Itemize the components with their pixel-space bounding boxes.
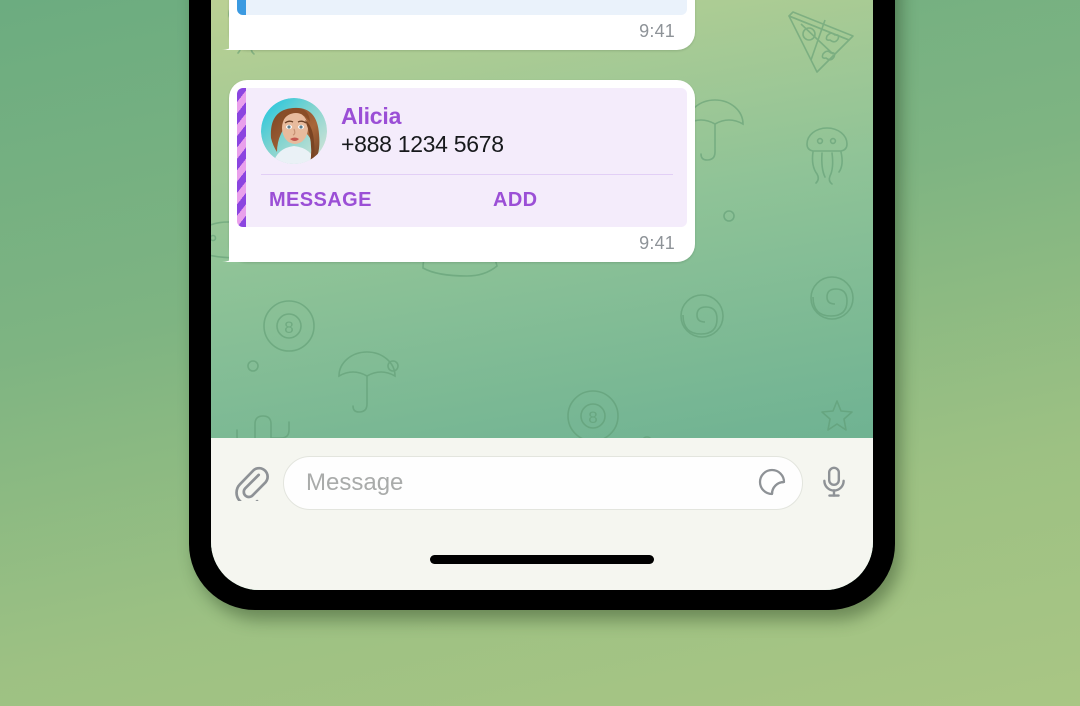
paperclip-icon [231, 463, 269, 506]
attach-button[interactable] [231, 463, 269, 506]
message-list[interactable]: Patrick Brown +971 12 345 6789 MESSAGE A… [211, 0, 873, 438]
sticker-icon [756, 466, 788, 501]
voice-message-button[interactable] [817, 465, 851, 502]
message-button[interactable]: MESSAGE [261, 189, 493, 212]
contact-identity: Alicia +888 1234 5678 [341, 103, 504, 158]
phone-screen: 8 [211, 0, 873, 590]
bubble-tail [229, 242, 249, 262]
contact-card[interactable]: Patrick Brown +971 12 345 6789 MESSAGE A… [237, 0, 687, 15]
message-composer [211, 438, 873, 590]
contact-card-header: Alicia +888 1234 5678 [251, 88, 687, 174]
contact-card-actions: MESSAGE ADD [251, 0, 687, 15]
bubble-tail [229, 30, 249, 50]
message-bubble-contact-card[interactable]: Patrick Brown +971 12 345 6789 MESSAGE A… [229, 0, 695, 50]
contact-phone: +888 1234 5678 [341, 130, 504, 157]
message-bubble-contact-card[interactable]: Alicia +888 1234 5678 MESSAGE ADD 9:41 [229, 80, 695, 262]
contact-card-actions: MESSAGE ADD [251, 175, 687, 227]
avatar-alicia[interactable] [261, 98, 327, 164]
contact-card[interactable]: Alicia +888 1234 5678 MESSAGE ADD [237, 88, 687, 227]
message-input[interactable] [306, 469, 748, 497]
sticker-button[interactable] [756, 466, 788, 501]
card-accent-border [237, 0, 246, 15]
message-timestamp: 9:41 [639, 233, 675, 253]
contact-name: Alicia [341, 103, 402, 130]
desktop-backdrop: 8 [0, 0, 1080, 706]
microphone-icon [817, 465, 851, 502]
message-timestamp: 9:41 [639, 21, 675, 41]
add-button[interactable]: ADD [493, 189, 538, 212]
phone-device-frame: 8 [189, 0, 895, 610]
home-indicator [430, 555, 654, 564]
card-accent-border [237, 88, 246, 227]
message-input-pill[interactable] [283, 456, 803, 510]
